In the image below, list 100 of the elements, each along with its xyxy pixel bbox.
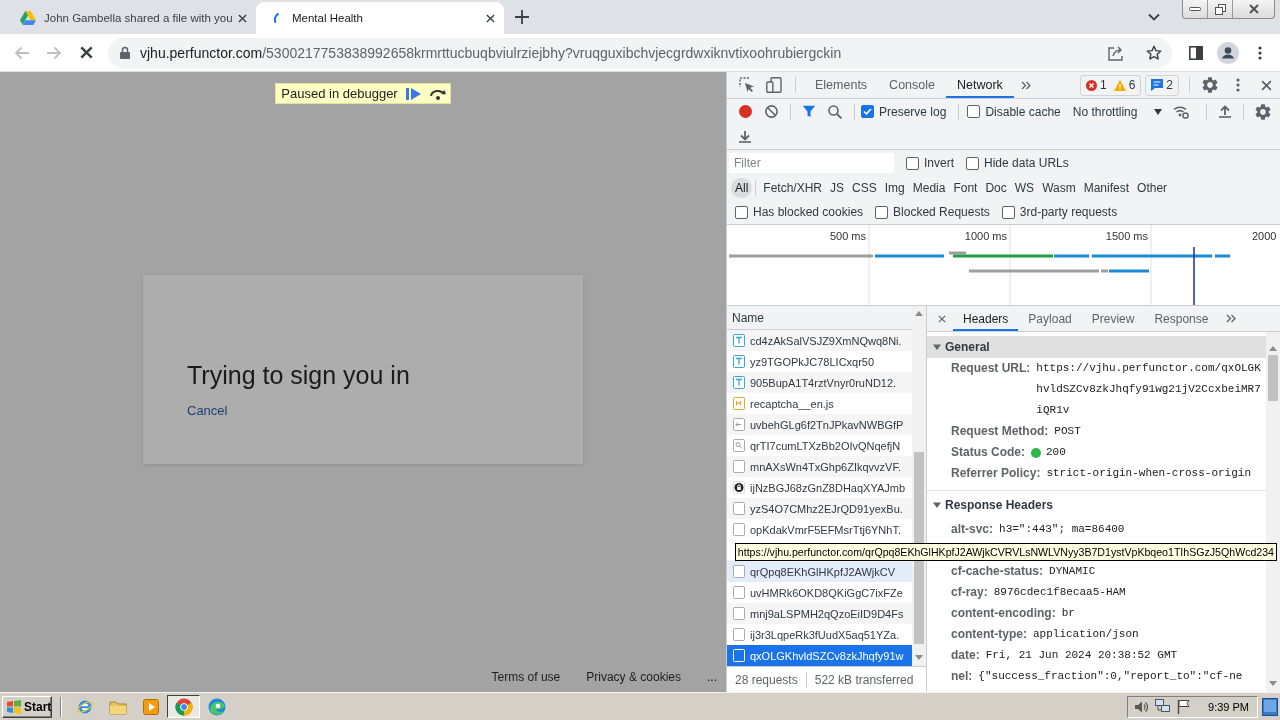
- request-row[interactable]: mnAXsWn4TxGhp6ZIkqvvzVF.: [727, 456, 912, 477]
- close-icon[interactable]: [238, 13, 247, 23]
- checkbox[interactable]: [966, 156, 979, 170]
- checkbox-label[interactable]: Invert: [924, 156, 954, 170]
- checkbox-label[interactable]: Disable cache: [985, 104, 1061, 119]
- device-icon[interactable]: [766, 77, 782, 93]
- type-filter-button[interactable]: JS: [826, 178, 849, 198]
- request-row[interactable]: 905BupA1T4rztVnyr0ruND12.: [727, 372, 912, 393]
- messages-counter[interactable]: 2: [1145, 74, 1179, 96]
- download-icon[interactable]: [739, 130, 751, 143]
- type-filter-button[interactable]: CSS: [848, 178, 881, 198]
- request-row[interactable]: yzS4O7CMhz2EJrQD91yexBu.: [727, 498, 912, 519]
- lock-icon[interactable]: [120, 46, 130, 59]
- star-icon[interactable]: [1146, 44, 1162, 61]
- filter-icon[interactable]: [802, 105, 816, 118]
- type-filter-button[interactable]: Media: [908, 178, 950, 198]
- clear-icon[interactable]: [764, 105, 778, 118]
- type-filter-button[interactable]: WS: [1010, 178, 1039, 198]
- details-tab[interactable]: Headers: [953, 306, 1019, 331]
- checkbox-label[interactable]: Hide data URLs: [984, 156, 1069, 170]
- section-header[interactable]: General: [927, 336, 1266, 358]
- request-row[interactable]: cd4zAkSalVSJZ9XmNQwq8Ni.: [727, 330, 912, 351]
- flag-icon[interactable]: [1177, 699, 1192, 714]
- menu-icon[interactable]: [1258, 45, 1262, 60]
- details-tab[interactable]: Response: [1144, 306, 1219, 331]
- close-icon[interactable]: [1260, 79, 1272, 91]
- network-icon[interactable]: [1155, 699, 1171, 714]
- settings-icon[interactable]: [1255, 103, 1272, 120]
- request-row[interactable]: qrQpq8EKhGlHKpfJ2AWjkCV: [727, 561, 912, 582]
- record-icon[interactable]: [738, 105, 752, 118]
- request-row[interactable]: mnj9aLSPMH2qQzoEiID9D4Fs: [727, 603, 912, 624]
- start-button[interactable]: Start: [2, 695, 52, 718]
- checkbox[interactable]: [967, 105, 981, 118]
- expanded-triangle-icon[interactable]: [933, 343, 941, 351]
- address-bar[interactable]: vjhu.perfunctor.com/5300217753838992658krmrttucbuqbviulrziejbhy?vruqguxibchvjecgrdwxiknvtixoohrubiergckin: [108, 37, 1172, 68]
- details-tab[interactable]: Preview: [1081, 306, 1145, 331]
- checkbox[interactable]: [875, 205, 889, 219]
- menu-icon[interactable]: [1236, 78, 1240, 92]
- type-filter-button[interactable]: Wasm: [1038, 178, 1080, 198]
- share-icon[interactable]: [1108, 44, 1124, 61]
- type-filter-button[interactable]: Img: [880, 178, 909, 198]
- circle-logo-icon[interactable]: [174, 697, 193, 716]
- type-filter-button[interactable]: Other: [1133, 178, 1172, 198]
- checkbox-label[interactable]: Blocked Requests: [893, 205, 990, 219]
- cancel-link[interactable]: Cancel: [187, 403, 228, 418]
- checkbox[interactable]: [735, 205, 748, 219]
- throttling-select[interactable]: No throttling: [1072, 104, 1163, 119]
- type-filter-button[interactable]: All: [731, 178, 753, 198]
- panel-tab[interactable]: Console: [878, 72, 946, 98]
- stop-icon[interactable]: [79, 46, 93, 59]
- type-filter-button[interactable]: Font: [949, 178, 982, 198]
- upload-icon[interactable]: [1219, 105, 1232, 118]
- checkbox-label[interactable]: 3rd-party requests: [1019, 205, 1118, 219]
- more-tabs-icon[interactable]: [1020, 80, 1031, 90]
- settings-icon[interactable]: [1202, 77, 1218, 93]
- filter-input[interactable]: Filter: [729, 153, 894, 173]
- browser-tab[interactable]: John Gambella shared a file with you: [8, 2, 256, 34]
- scroll-up-icon[interactable]: [915, 311, 923, 316]
- plus-icon[interactable]: [515, 10, 529, 24]
- request-row[interactable]: qxOLGKhvldSZCv8zkJhqfy91w: [727, 645, 912, 666]
- checkbox[interactable]: [861, 105, 874, 118]
- column-header[interactable]: Name: [727, 306, 912, 330]
- step-over-icon[interactable]: [428, 87, 447, 100]
- type-filter-button[interactable]: Fetch/XHR: [759, 178, 827, 198]
- close-icon[interactable]: [486, 13, 495, 23]
- sidebar-icon[interactable]: [1189, 45, 1203, 60]
- network-conditions-icon[interactable]: [1173, 104, 1190, 119]
- close-icon[interactable]: [938, 314, 946, 323]
- request-name: ij3r3LqpeRk3fUudX5aq51YZa.: [750, 628, 900, 641]
- footer-link[interactable]: Privacy & cookies: [586, 670, 681, 684]
- checkbox[interactable]: [906, 156, 919, 170]
- expanded-triangle-icon[interactable]: [933, 501, 941, 509]
- browser-tab[interactable]: Mental Health: [256, 2, 504, 34]
- scroll-down-icon[interactable]: [915, 655, 923, 660]
- issues-counter[interactable]: 1 6: [1079, 74, 1142, 96]
- chevron-down-icon[interactable]: [1148, 13, 1160, 21]
- type-filter-button[interactable]: Doc: [981, 178, 1011, 198]
- scroll-down-icon[interactable]: [1269, 681, 1277, 686]
- more-tabs-icon[interactable]: [1226, 314, 1237, 323]
- type-filter-button[interactable]: Manifest: [1079, 178, 1134, 198]
- request-row[interactable]: uvbehGLg6f2TnJPkavNWBGfP: [727, 414, 912, 435]
- resume-icon[interactable]: [405, 87, 421, 100]
- media-player-icon[interactable]: [142, 698, 159, 715]
- scroll-up-icon[interactable]: [1269, 346, 1277, 351]
- avatar-icon[interactable]: [1217, 41, 1239, 64]
- taskbar-app-button[interactable]: [167, 695, 200, 718]
- search-icon[interactable]: [828, 104, 842, 119]
- swirl-logo-icon[interactable]: [207, 697, 226, 716]
- checkbox-label[interactable]: Has blocked cookies: [753, 205, 864, 219]
- scrollbar-thumb[interactable]: [1268, 355, 1278, 401]
- inspect-icon[interactable]: [739, 77, 755, 93]
- details-tab[interactable]: Payload: [1018, 306, 1082, 331]
- checkbox[interactable]: [1001, 205, 1015, 219]
- checkbox-label[interactable]: Preserve log: [879, 104, 947, 119]
- footer-link[interactable]: ...: [707, 670, 717, 684]
- section-header[interactable]: Response Headers: [927, 491, 1266, 519]
- speaker-icon[interactable]: [1134, 699, 1149, 714]
- footer-link[interactable]: Terms of use: [491, 670, 561, 684]
- panel-tab[interactable]: Elements: [804, 72, 879, 98]
- show-desktop-icon[interactable]: [1262, 697, 1278, 716]
